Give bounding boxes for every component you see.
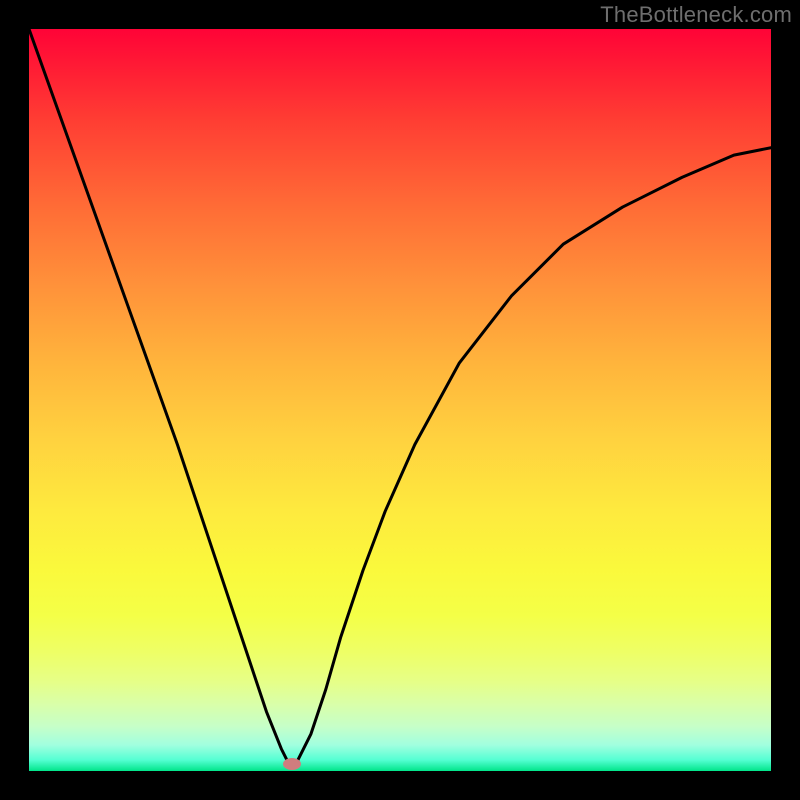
chart-container: TheBottleneck.com [0, 0, 800, 800]
attribution-text: TheBottleneck.com [600, 2, 792, 28]
bottleneck-curve [29, 29, 771, 771]
min-marker [283, 758, 301, 770]
plot-area [29, 29, 771, 771]
